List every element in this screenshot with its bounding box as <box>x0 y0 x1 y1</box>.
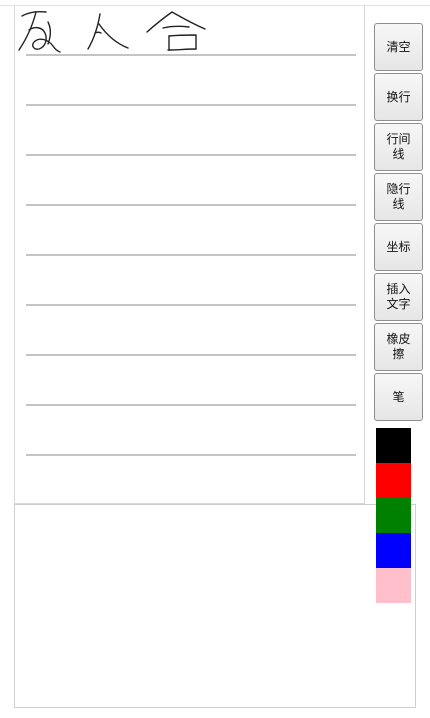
eraser-button[interactable]: 橡皮 擦 <box>374 323 423 371</box>
handwriting-app: 清空 换行 行间 线 隐行 线 坐标 插入 文字 橡皮 擦 笔 <box>0 0 430 718</box>
new-line-button-label: 换行 <box>386 89 411 104</box>
color-swatch-red[interactable] <box>376 463 411 498</box>
pen-button-label: 笔 <box>392 389 405 404</box>
eraser-button-label: 橡皮 擦 <box>386 332 411 361</box>
color-swatch-blue[interactable] <box>376 533 411 568</box>
ink-stroke <box>94 31 102 34</box>
ruled-lines <box>26 54 356 456</box>
hide-lines-button[interactable]: 隐行 线 <box>374 173 423 221</box>
new-line-button[interactable]: 换行 <box>374 73 423 121</box>
ink-stroke <box>162 25 190 29</box>
hide-lines-button-label: 隐行 线 <box>386 182 411 211</box>
ink-stroke <box>21 10 47 17</box>
line-spacing-lines-button-label: 行间 线 <box>386 132 411 161</box>
ink-stroke <box>167 48 197 51</box>
ink-stroke <box>146 11 206 33</box>
line-spacing-lines-button[interactable]: 行间 线 <box>374 123 423 171</box>
ink-stroke <box>168 34 197 50</box>
ink-stroke <box>28 26 61 53</box>
pen-button[interactable]: 笔 <box>374 373 423 421</box>
coordinates-button-label: 坐标 <box>386 239 411 254</box>
coordinates-button[interactable]: 坐标 <box>374 223 423 271</box>
toolbar: 清空 换行 行间 线 隐行 线 坐标 插入 文字 橡皮 擦 笔 <box>374 23 424 423</box>
handwriting-strokes <box>18 10 206 53</box>
clear-button-label: 清空 <box>386 39 411 54</box>
color-swatch-black[interactable] <box>376 428 411 463</box>
ink-stroke <box>98 23 129 49</box>
insert-text-button-label: 插入 文字 <box>386 282 411 311</box>
color-swatch-green[interactable] <box>376 498 411 533</box>
clear-button[interactable]: 清空 <box>374 23 423 71</box>
color-palette <box>376 428 411 603</box>
ink-stroke <box>87 13 101 50</box>
color-swatch-pink[interactable] <box>376 568 411 603</box>
drawing-surface[interactable] <box>15 6 366 504</box>
text-input-area[interactable] <box>14 504 416 708</box>
insert-text-button[interactable]: 插入 文字 <box>374 273 423 321</box>
drawing-canvas[interactable] <box>14 6 365 504</box>
